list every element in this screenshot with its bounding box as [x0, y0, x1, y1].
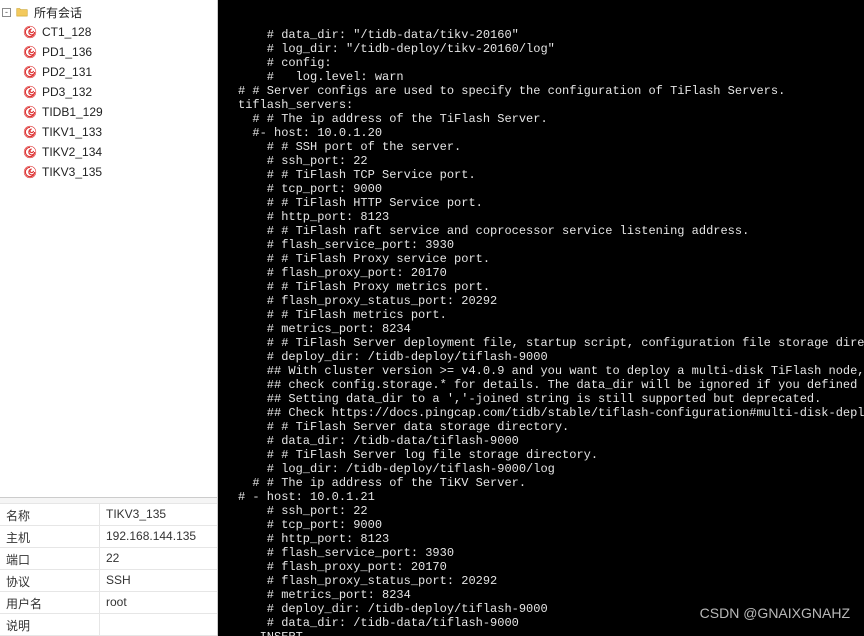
terminal-line: # deploy_dir: /tidb-deploy/tiflash-9000 — [238, 602, 860, 616]
tree-root-label: 所有会话 — [34, 4, 82, 21]
session-label: PD3_132 — [42, 85, 92, 99]
session-icon — [22, 104, 38, 120]
session-sidebar: - 所有会话 CT1_128 PD1_136 PD2_131 PD3_132 TIDB1… — [0, 0, 218, 636]
terminal-line: # # SSH port of the server. — [238, 140, 860, 154]
session-icon — [22, 144, 38, 160]
terminal-line: # - host: 10.0.1.21 — [238, 490, 860, 504]
terminal-line: # metrics_port: 8234 — [238, 322, 860, 336]
session-item[interactable]: CT1_128 — [22, 22, 217, 42]
terminal-line: # # TiFlash Server data storage director… — [238, 420, 860, 434]
terminal-line: # # The ip address of the TiKV Server. — [238, 476, 860, 490]
session-icon — [22, 164, 38, 180]
terminal-line: # data_dir: /tidb-data/tiflash-9000 — [238, 434, 860, 448]
session-icon — [22, 64, 38, 80]
session-icon — [22, 124, 38, 140]
terminal-line: # # TiFlash metrics port. — [238, 308, 860, 322]
terminal-line: # # Server configs are used to specify t… — [238, 84, 860, 98]
property-key: 说明 — [0, 614, 100, 635]
terminal-line: # log_dir: "/tidb-deploy/tikv-20160/log" — [238, 42, 860, 56]
terminal-line: # # TiFlash raft service and coprocessor… — [238, 224, 860, 238]
property-value[interactable]: TIKV3_135 — [100, 504, 217, 525]
terminal-line: -- INSERT -- — [238, 630, 860, 636]
terminal-line: ## With cluster version >= v4.0.9 and yo… — [238, 364, 860, 378]
terminal-line: # # TiFlash TCP Service port. — [238, 168, 860, 182]
terminal-line: # # TiFlash Proxy metrics port. — [238, 280, 860, 294]
terminal-line: # ssh_port: 22 — [238, 154, 860, 168]
property-row: 说明 — [0, 614, 217, 636]
terminal-line: # flash_proxy_port: 20170 — [238, 560, 860, 574]
terminal-line: tiflash_servers: — [238, 98, 860, 112]
session-icon — [22, 44, 38, 60]
terminal-line: # http_port: 8123 — [238, 532, 860, 546]
property-row: 端口22 — [0, 548, 217, 570]
property-key: 名称 — [0, 504, 100, 525]
terminal-line: # # TiFlash HTTP Service port. — [238, 196, 860, 210]
terminal-line: # flash_service_port: 3930 — [238, 238, 860, 252]
tree-expander-icon[interactable]: - — [2, 8, 11, 17]
terminal-line: # config: — [238, 56, 860, 70]
terminal-line: # ssh_port: 22 — [238, 504, 860, 518]
terminal-line: # # TiFlash Server deployment file, star… — [238, 336, 860, 350]
terminal-line: ## Check https://docs.pingcap.com/tidb/s… — [238, 406, 860, 420]
terminal-content: # data_dir: "/tidb-data/tikv-20160" # lo… — [238, 28, 860, 636]
terminal-line: # deploy_dir: /tidb-deploy/tiflash-9000 — [238, 350, 860, 364]
session-label: TIKV2_134 — [42, 145, 102, 159]
terminal-line: ## check config.storage.* for details. T… — [238, 378, 860, 392]
terminal-line: # log_dir: /tidb-deploy/tiflash-9000/log — [238, 462, 860, 476]
terminal-line: # metrics_port: 8234 — [238, 588, 860, 602]
property-value[interactable]: 192.168.144.135 — [100, 526, 217, 547]
property-value[interactable]: SSH — [100, 570, 217, 591]
property-value[interactable]: root — [100, 592, 217, 613]
terminal-line: ## Setting data_dir to a ','-joined stri… — [238, 392, 860, 406]
session-label: PD2_131 — [42, 65, 92, 79]
session-item[interactable]: PD1_136 — [22, 42, 217, 62]
session-item[interactable]: PD2_131 — [22, 62, 217, 82]
folder-icon — [14, 4, 30, 20]
session-item[interactable]: TIKV1_133 — [22, 122, 217, 142]
session-item[interactable]: TIKV2_134 — [22, 142, 217, 162]
session-icon — [22, 84, 38, 100]
terminal-line: # # The ip address of the TiFlash Server… — [238, 112, 860, 126]
session-item[interactable]: PD3_132 — [22, 82, 217, 102]
terminal-line: # flash_proxy_status_port: 20292 — [238, 294, 860, 308]
session-tree: - 所有会话 CT1_128 PD1_136 PD2_131 PD3_132 TIDB1… — [0, 0, 217, 497]
session-item[interactable]: TIDB1_129 — [22, 102, 217, 122]
terminal-line: #- host: 10.0.1.20 — [238, 126, 860, 140]
property-row: 用户名root — [0, 592, 217, 614]
terminal-line: # # TiFlash Server log file storage dire… — [238, 448, 860, 462]
session-label: PD1_136 — [42, 45, 92, 59]
tree-root[interactable]: - 所有会话 — [0, 2, 217, 22]
terminal-line: # data_dir: /tidb-data/tiflash-9000 — [238, 616, 860, 630]
property-row: 主机192.168.144.135 — [0, 526, 217, 548]
session-label: TIDB1_129 — [42, 105, 103, 119]
session-icon — [22, 24, 38, 40]
property-key: 端口 — [0, 548, 100, 569]
property-key: 主机 — [0, 526, 100, 547]
terminal-line: # flash_proxy_status_port: 20292 — [238, 574, 860, 588]
terminal-line: # # TiFlash Proxy service port. — [238, 252, 860, 266]
property-value[interactable]: 22 — [100, 548, 217, 569]
property-value[interactable] — [100, 614, 217, 635]
terminal[interactable]: # data_dir: "/tidb-data/tikv-20160" # lo… — [218, 0, 864, 636]
session-label: TIKV1_133 — [42, 125, 102, 139]
terminal-line: # flash_proxy_port: 20170 — [238, 266, 860, 280]
property-grid: 名称TIKV3_135主机192.168.144.135端口22协议SSH用户名… — [0, 497, 217, 636]
property-key: 用户名 — [0, 592, 100, 613]
terminal-line: # flash_service_port: 3930 — [238, 546, 860, 560]
session-label: CT1_128 — [42, 25, 91, 39]
terminal-line: # data_dir: "/tidb-data/tikv-20160" — [238, 28, 860, 42]
property-row: 协议SSH — [0, 570, 217, 592]
property-row: 名称TIKV3_135 — [0, 504, 217, 526]
tree-children: CT1_128 PD1_136 PD2_131 PD3_132 TIDB1_129 TIK… — [0, 22, 217, 182]
app-root: - 所有会话 CT1_128 PD1_136 PD2_131 PD3_132 TIDB1… — [0, 0, 864, 636]
terminal-line: # tcp_port: 9000 — [238, 182, 860, 196]
session-item[interactable]: TIKV3_135 — [22, 162, 217, 182]
property-key: 协议 — [0, 570, 100, 591]
terminal-line: # http_port: 8123 — [238, 210, 860, 224]
terminal-line: # log.level: warn — [238, 70, 860, 84]
session-label: TIKV3_135 — [42, 165, 102, 179]
terminal-line: # tcp_port: 9000 — [238, 518, 860, 532]
